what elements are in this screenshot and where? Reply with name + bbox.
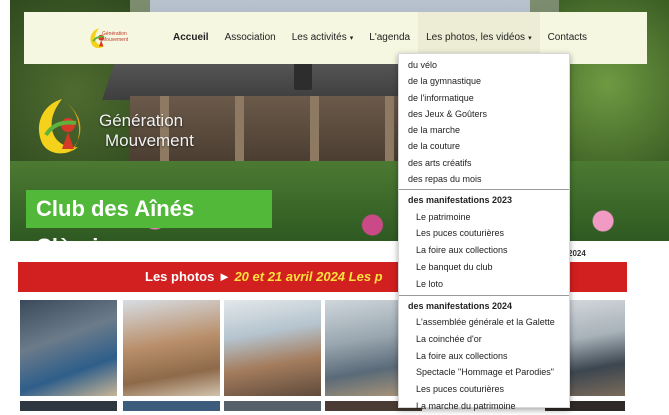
dropdown-item-2024-coinchee[interactable]: La coinchée d'or [399,331,569,348]
dropdown-item-2024-assemblee[interactable]: L'assemblée générale et la Galette [399,314,569,331]
dropdown-item-2023-loto[interactable]: Le loto [399,276,569,293]
dropdown-item-jeux-gouters[interactable]: des Jeux & Goûters [399,106,569,122]
photos-dropdown-menu: du vélo de la gymnastique de l'informati… [398,53,570,411]
nav-logo-text: Génération Mouvement [102,31,129,43]
year-label: 2024 [568,249,586,258]
dropdown-item-informatique[interactable]: de l'informatique [399,90,569,106]
gallery-photo[interactable] [20,401,117,411]
nav-item-label: Association [224,32,276,43]
dropdown-item-gymnastique[interactable]: de la gymnastique [399,73,569,89]
dropdown-item-repas-du-mois[interactable]: des repas du mois [399,171,569,187]
nav-item-activites[interactable]: Les activités ▾ [284,12,362,64]
dropdown-item-2024-spectacle[interactable]: Spectacle "Hommage et Parodies" [399,364,569,381]
photos-banner-text: Les photos ► 20 et 21 avril 2024 Les p [145,262,383,292]
dropdown-item-2024-marche-patrimoine[interactable]: La marche du patrimoine [399,398,569,415]
nav-item-label: Contacts [547,32,588,43]
banner-lead: Les photos ► [145,269,231,284]
dropdown-item-2024-puces[interactable]: Les puces couturières [399,381,569,398]
gallery-photo[interactable] [20,300,117,396]
club-title-banner: Club des Aînés Clèrois [26,190,272,259]
nav-logo[interactable]: Génération Mouvement [88,24,128,54]
chevron-down-icon: ▾ [349,35,354,42]
nav-item-label: L'agenda [369,32,411,43]
dropdown-item-2023-banquet[interactable]: Le banquet du club [399,259,569,276]
dropdown-item-arts-creatifs[interactable]: des arts créatifs [399,155,569,171]
dropdown-separator [399,189,569,191]
nav-item-label: Les activités [291,32,347,43]
nav-item-accueil[interactable]: Accueil [165,12,217,64]
gallery-photo[interactable] [123,401,220,411]
dropdown-item-2023-patrimoine[interactable]: Le patrimoine [399,209,569,226]
hero-logo-text: Génération Mouvement [99,111,194,151]
banner-tail: Les p [348,269,383,284]
generation-mouvement-logo-icon [38,99,81,154]
nav-item-label: Les photos, les vidéos [426,32,526,43]
dropdown-heading-2023[interactable]: des manifestations 2023 [399,192,569,208]
gallery-photo[interactable] [224,300,321,396]
hero-logo-line2: Mouvement [105,131,194,150]
street-lamp [294,62,312,90]
nav-item-association[interactable]: Association [217,12,284,64]
banner-date: 20 et 21 avril 2024 [234,269,346,284]
dropdown-separator [399,294,569,296]
chevron-down-icon: ▾ [528,35,532,42]
dropdown-item-velo[interactable]: du vélo [399,57,569,73]
gallery-photo[interactable] [123,300,220,396]
dropdown-item-2024-foire[interactable]: La foire aux collections [399,348,569,365]
nav-item-label: Accueil [173,32,209,43]
dropdown-item-2023-foire[interactable]: La foire aux collections [399,242,569,259]
dropdown-item-couture[interactable]: de la couture [399,138,569,154]
hero-logo-line1: Génération [99,111,184,130]
dropdown-item-marche[interactable]: de la marche [399,122,569,138]
gallery-photo[interactable] [224,401,321,411]
dropdown-item-2023-puces[interactable]: Les puces couturières [399,225,569,242]
dropdown-heading-2024[interactable]: des manifestations 2024 [399,298,569,314]
